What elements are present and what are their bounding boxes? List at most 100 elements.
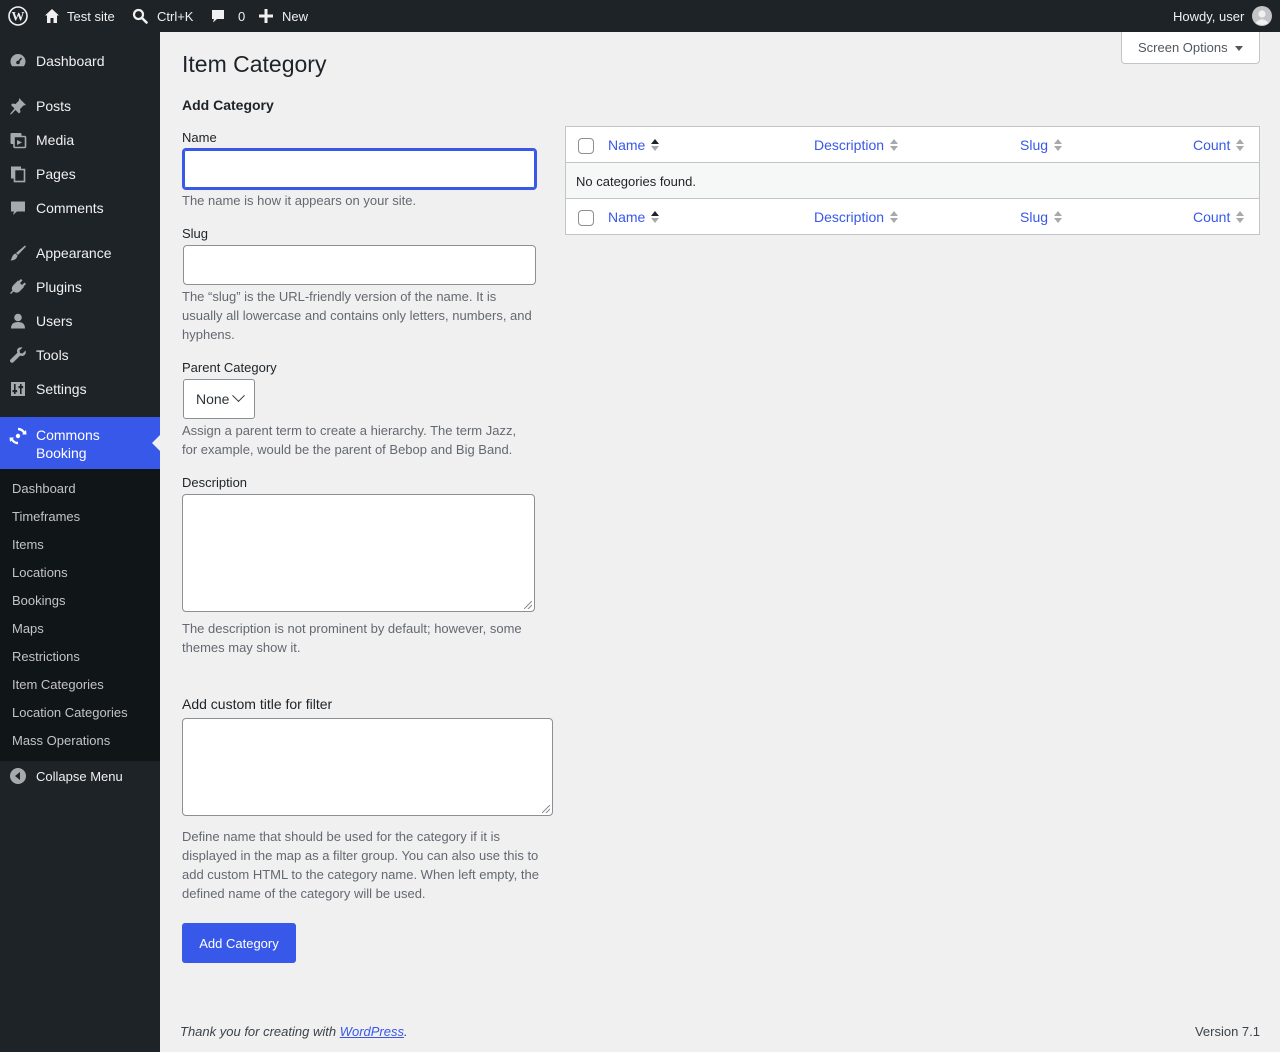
account-menu[interactable]: Howdy, user (1173, 0, 1273, 32)
custom-title-help-line: add custom HTML to the category name. Wh… (182, 867, 539, 882)
table-header-row: Name Description Slug Count (566, 127, 1259, 163)
menu-label: Media (36, 132, 75, 148)
sort-indicator-icon (651, 211, 660, 223)
name-input[interactable] (182, 148, 537, 190)
menu-settings[interactable]: Settings (0, 372, 160, 406)
custom-title-textarea[interactable] (182, 718, 553, 816)
menu-commons-booking[interactable]: Commons Booking (0, 417, 160, 469)
collapse-menu-label: Collapse Menu (36, 768, 123, 784)
screen-options-button[interactable]: Screen Options (1121, 32, 1260, 64)
menu-label: Settings (36, 381, 87, 397)
custom-title-help-line: displayed in the map as a filter group. … (182, 848, 539, 863)
parent-help-line: for example, would be the parent of Bebo… (182, 442, 513, 457)
select-all-checkbox[interactable] (578, 138, 594, 154)
site-name-link[interactable]: Test site (44, 0, 115, 32)
submenu-locations[interactable]: Locations (12, 565, 68, 580)
column-header-slug[interactable]: Slug (1020, 127, 1063, 163)
sort-indicator-icon (890, 211, 899, 223)
column-footer-count[interactable]: Count (1193, 199, 1245, 235)
description-label: Description (182, 475, 248, 490)
sort-indicator-icon (890, 139, 899, 151)
new-label: New (282, 8, 309, 24)
column-label: Slug (1020, 137, 1049, 153)
column-footer-name[interactable]: Name (608, 199, 660, 235)
footer-version: Version 7.1 (1194, 1024, 1260, 1039)
submenu-location-categories[interactable]: Location Categories (12, 705, 128, 720)
custom-title-help-line: defined name of the category will be use… (182, 886, 426, 901)
resize-grip-icon[interactable] (524, 601, 532, 609)
description-help-line: themes may show it. (182, 640, 301, 655)
column-label: Description (814, 209, 885, 225)
caret-down-icon (1234, 46, 1243, 51)
menu-tools[interactable]: Tools (0, 338, 160, 372)
name-label: Name (182, 130, 217, 145)
plus-icon (259, 9, 273, 23)
screen-options-label: Screen Options (1138, 40, 1228, 55)
search-shortcut: Ctrl+K (157, 8, 194, 24)
categories-table: Name Description Slug Count No categorie… (565, 126, 1260, 235)
menu-label: Comments (36, 200, 104, 216)
chevron-down-icon (232, 389, 245, 403)
footer-thanks-text: Thank you for creating with (180, 1024, 340, 1039)
column-header-description[interactable]: Description (814, 127, 899, 163)
column-label: Count (1193, 209, 1231, 225)
submenu-maps[interactable]: Maps (12, 621, 44, 636)
sort-indicator-icon (1236, 211, 1245, 223)
name-help: The name is how it appears on your site. (182, 193, 417, 208)
slug-help-line: usually all lowercase and contains only … (182, 308, 532, 323)
description-help: The description is not prominent by defa… (182, 619, 522, 657)
column-header-name[interactable]: Name (608, 127, 660, 163)
submenu-items[interactable]: Items (12, 537, 44, 552)
custom-title-label: Add custom title for filter (182, 696, 333, 712)
menu-comments[interactable]: Comments (0, 191, 160, 225)
slug-help-line: hyphens. (182, 327, 235, 342)
submenu-item-categories[interactable]: Item Categories (12, 677, 104, 692)
menu-plugins[interactable]: Plugins (0, 270, 160, 304)
menu-label-line1: Commons (36, 427, 100, 443)
custom-title-help: Define name that should be used for the … (182, 827, 539, 903)
comments-link[interactable]: 0 (210, 0, 245, 32)
submenu-mass-operations[interactable]: Mass Operations (12, 733, 110, 748)
submenu-dashboard[interactable]: Dashboard (12, 481, 76, 496)
menu-pages[interactable]: Pages (0, 157, 160, 191)
avatar (1252, 6, 1273, 26)
menu-dashboard[interactable]: Dashboard (0, 44, 160, 78)
no-items-message: No categories found. (576, 173, 696, 189)
menu-media[interactable]: Media (0, 123, 160, 157)
menu-label: Appearance (36, 245, 112, 261)
submenu-bookings[interactable]: Bookings (12, 593, 65, 608)
submenu-restrictions[interactable]: Restrictions (12, 649, 80, 664)
comment-icon (8, 198, 28, 218)
sort-indicator-icon (1054, 139, 1063, 151)
command-search-button[interactable]: Ctrl+K (132, 0, 193, 32)
wordpress-logo-icon[interactable]: W (6, 0, 30, 32)
slug-input[interactable] (183, 245, 536, 285)
media-icon (8, 130, 28, 150)
wrench-icon (8, 345, 28, 365)
menu-posts[interactable]: Posts (0, 89, 160, 123)
column-header-count[interactable]: Count (1193, 127, 1245, 163)
parent-category-select[interactable]: None (183, 379, 255, 419)
submenu-timeframes[interactable]: Timeframes (12, 509, 80, 524)
collapse-menu-button[interactable]: Collapse Menu (0, 759, 160, 793)
column-footer-description[interactable]: Description (814, 199, 899, 235)
column-label: Name (608, 209, 646, 225)
wordpress-link[interactable]: WordPress (340, 1024, 404, 1039)
new-content-button[interactable]: New (259, 0, 308, 32)
menu-label-line2: Booking (36, 445, 87, 461)
slug-help: The “slug” is the URL-friendly version o… (182, 287, 532, 344)
menu-users[interactable]: Users (0, 304, 160, 338)
parent-help-line: Assign a parent term to create a hierarc… (182, 423, 517, 438)
menu-appearance[interactable]: Appearance (0, 236, 160, 270)
parent-category-help: Assign a parent term to create a hierarc… (182, 421, 516, 459)
description-help-line: The description is not prominent by defa… (182, 621, 522, 636)
page-title: Item Category (182, 51, 327, 77)
menu-label: Plugins (36, 279, 82, 295)
comment-bubble-icon (210, 8, 226, 24)
select-all-checkbox-footer[interactable] (578, 210, 594, 226)
column-footer-slug[interactable]: Slug (1020, 199, 1063, 235)
description-textarea[interactable] (182, 494, 535, 612)
resize-grip-icon[interactable] (542, 805, 550, 813)
add-category-button[interactable]: Add Category (182, 923, 296, 963)
sort-indicator-icon (1236, 139, 1245, 151)
